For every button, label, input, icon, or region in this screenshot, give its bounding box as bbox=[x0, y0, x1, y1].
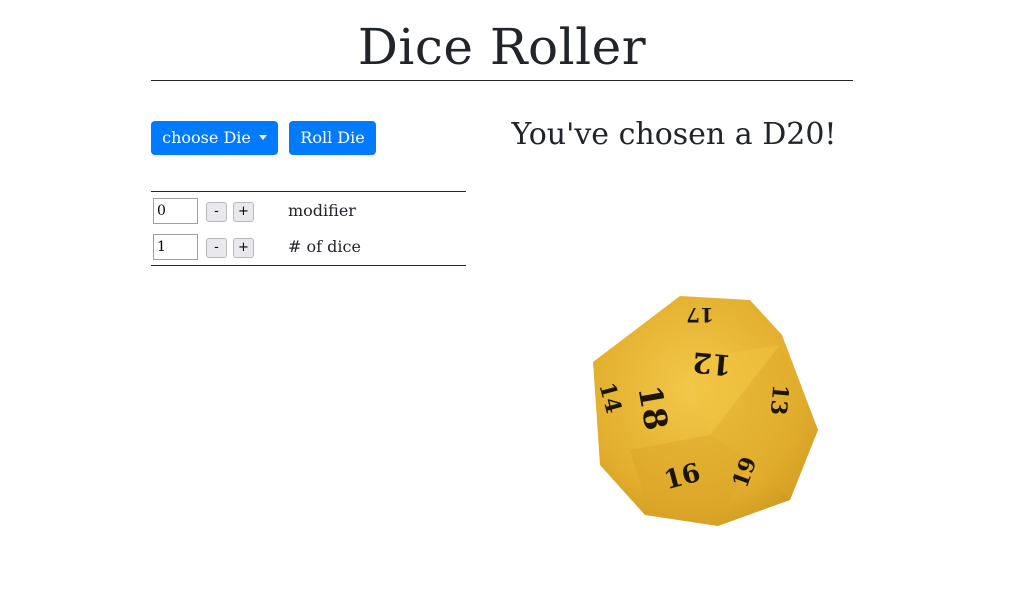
modifier-label: modifier bbox=[288, 201, 356, 220]
page-title: Dice Roller bbox=[357, 18, 647, 76]
d20-die-image: 17 12 13 14 18 16 19 bbox=[593, 296, 818, 526]
dice-count-label: # of dice bbox=[288, 237, 361, 256]
choose-die-label: choose Die bbox=[162, 128, 251, 147]
modifier-increment-button[interactable]: + bbox=[233, 202, 254, 222]
dice-count-increment-button[interactable]: + bbox=[233, 238, 254, 258]
modifier-row: - + modifier bbox=[151, 198, 466, 224]
die-face-12: 12 bbox=[691, 345, 733, 381]
title-divider bbox=[151, 80, 853, 81]
roll-die-button[interactable]: Roll Die bbox=[289, 121, 376, 155]
chosen-die-message: You've chosen a D20! bbox=[511, 117, 837, 152]
modifier-decrement-button[interactable]: - bbox=[206, 202, 227, 222]
die-face-18: 18 bbox=[630, 383, 675, 433]
choose-die-dropdown-button[interactable]: choose Die bbox=[151, 121, 278, 155]
dice-count-input[interactable] bbox=[153, 234, 198, 260]
dice-count-decrement-button[interactable]: - bbox=[206, 238, 227, 258]
dice-count-row: - + # of dice bbox=[151, 234, 466, 260]
modifier-input[interactable] bbox=[153, 198, 198, 224]
die-face-17: 17 bbox=[686, 303, 714, 327]
controls-table: - + modifier - + # of dice bbox=[151, 191, 466, 266]
caret-down-icon bbox=[258, 135, 267, 140]
die-face-13: 13 bbox=[765, 384, 794, 417]
